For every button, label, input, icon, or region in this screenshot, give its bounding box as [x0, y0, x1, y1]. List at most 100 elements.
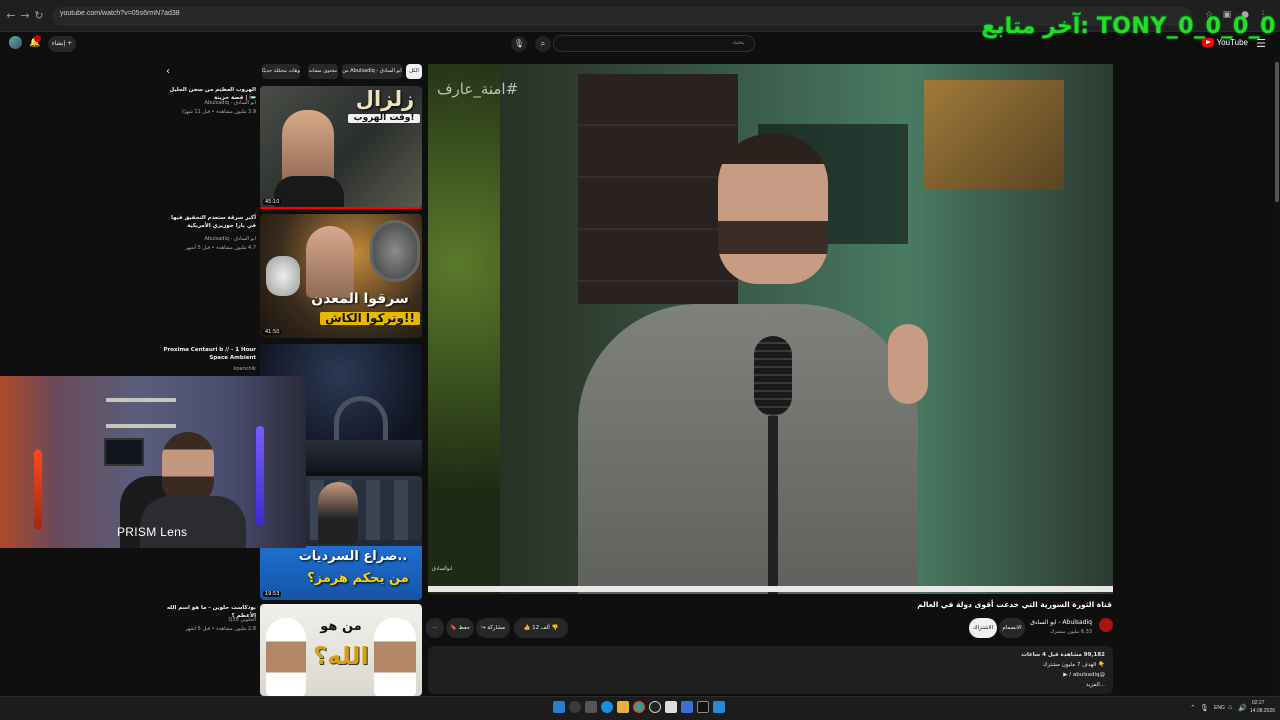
notification-badge	[34, 35, 41, 42]
clock-date[interactable]: 14.08.2026	[1250, 708, 1275, 714]
webcam-shelf	[106, 424, 176, 428]
prism-icon[interactable]	[697, 701, 709, 713]
channel-avatar[interactable]	[1099, 618, 1113, 632]
recommendation-channel[interactable]: koanchik	[166, 366, 256, 373]
file-explorer-icon[interactable]	[617, 701, 629, 713]
search-icon[interactable]: ⌕	[535, 36, 551, 52]
recommendation-channel[interactable]: الحلوين Q30	[166, 617, 256, 624]
recommendation-thumbnail[interactable]: من هو الله؟	[260, 604, 422, 696]
webcam-overlay	[0, 376, 306, 548]
app-icon[interactable]	[681, 701, 693, 713]
description-box[interactable]: 99,182 مشاهدة قبل 4 ساعات 👇 الهدف 7 مليو…	[428, 646, 1113, 694]
video-host-head	[718, 134, 828, 284]
thumbnail-anchor	[318, 482, 358, 544]
video-world-map	[924, 80, 1064, 190]
chip-from-channel[interactable]: من Abulsadiq - ابو السادق	[342, 64, 402, 79]
recommendation-meta: 4.7 مليون مشاهدة • قبل 5 أشهر	[185, 245, 256, 251]
thumbnail-shirt	[274, 176, 344, 208]
video-hashtag-overlay: #امنة_عارف	[437, 80, 519, 98]
youtube-logo[interactable]: YouTube	[1201, 38, 1248, 47]
webcam-light-bar	[34, 450, 42, 530]
tray-mic-icon[interactable]: 🎙	[1200, 704, 1209, 712]
recommendation-meta: 3.9 مليون مشاهدة • قبل 11 شهرًا	[182, 109, 256, 115]
webcam-person-body	[140, 496, 246, 548]
video-shelves	[578, 74, 738, 304]
chip-all[interactable]: الكل	[406, 64, 422, 79]
webcam-shelf	[106, 398, 176, 402]
youtube-logo-text: YouTube	[1216, 38, 1248, 47]
show-more-link[interactable]: ...المزيد	[1086, 682, 1105, 688]
share-label: مشاركة	[487, 625, 506, 631]
tray-chevron-icon[interactable]: ⌃	[1190, 704, 1196, 712]
thumbnail-person-right	[374, 618, 416, 696]
account-avatar[interactable]	[9, 36, 22, 49]
recommendation-channel[interactable]: ابو السادق - Abulsadiq	[166, 236, 256, 243]
search-input[interactable]: بحث	[553, 35, 755, 52]
video-microphone	[754, 336, 792, 416]
clock-time[interactable]: 02:27	[1252, 700, 1265, 706]
edge-icon[interactable]	[601, 701, 613, 713]
webcam-monitor	[104, 438, 144, 466]
thumbnail-title-2: الله؟	[313, 642, 369, 670]
taskbar-search-icon[interactable]	[569, 701, 581, 713]
thumbnail-title-2: من يحكم هرمز؟	[307, 571, 409, 586]
save-label: حفظ	[458, 625, 470, 631]
share-icon: ↪	[480, 625, 486, 631]
volume-icon[interactable]: 🔊	[1238, 704, 1247, 712]
chip-recent-uploads[interactable]: فيديوهات محمّلة حديثًا	[262, 64, 300, 79]
network-icon[interactable]: ⌂	[1228, 704, 1232, 711]
obs-icon[interactable]	[649, 701, 661, 713]
thumbnail-silver	[266, 256, 300, 296]
video-title: قناة الثورة السورية التي خدعت أقوى دولة …	[917, 600, 1112, 609]
video-host-hand	[888, 324, 928, 404]
player-progress-track[interactable]	[428, 586, 1113, 592]
subscriber-count: 6.33 مليون مشترك	[1050, 629, 1092, 635]
description-link[interactable]: @abulsadiq / ▶	[1063, 672, 1105, 678]
thumbnail-person-left	[266, 618, 306, 696]
subscribe-button[interactable]: الاشتراك	[969, 618, 997, 638]
forward-icon[interactable]: →	[18, 9, 32, 23]
app-icon[interactable]	[713, 701, 725, 713]
youtube-play-icon	[1201, 38, 1214, 47]
like-icon[interactable]: 👍	[524, 625, 531, 631]
video-player[interactable]	[428, 64, 1113, 594]
scrollbar-thumb[interactable]	[1275, 62, 1279, 202]
duration-badge: 19:53	[263, 591, 282, 597]
url-text: youtube.com/watch?v=05s6rmN7ad38	[60, 10, 180, 17]
chip-related[interactable]: محتوى مشابه	[308, 64, 338, 79]
recommendation-thumbnail[interactable]: سرقوا المعدن وتركوا الكاش!! 41:50	[260, 214, 422, 338]
dislike-icon[interactable]: 👎	[552, 625, 559, 631]
microphone-icon[interactable]: 🎙	[511, 36, 527, 52]
channel-name[interactable]: Abulsadiq - ابو السادق	[1030, 619, 1092, 626]
task-view-icon[interactable]	[585, 701, 597, 713]
recommendation-thumbnail[interactable]: زلزال وقت الهروب! 45:10	[260, 86, 422, 208]
windows-start-icon[interactable]	[553, 701, 565, 713]
thumbnail-title-2: وتركوا الكاش!!	[320, 312, 420, 325]
recommendation-title[interactable]: أكبر سرقة ستعدم التحقيق فيها في بارا جوز…	[166, 214, 256, 230]
language-indicator[interactable]: ENG	[1214, 705, 1225, 711]
save-icon: 🔖	[449, 625, 457, 631]
thumbnail-title-2: وقت الهروب!	[348, 113, 420, 124]
webcam-person-head	[162, 432, 214, 504]
recommendation-title[interactable]: Proxima Centauri b // - 1 Hour Space Amb…	[160, 346, 257, 362]
create-button[interactable]: إنشاء +	[48, 36, 76, 52]
join-button[interactable]: الانضمام	[999, 618, 1025, 638]
thumbnail-vault	[370, 220, 420, 282]
back-icon[interactable]: ←	[4, 9, 18, 23]
hamburger-menu-icon[interactable]: ☰	[1256, 37, 1266, 50]
video-watermark: ابوالسادق	[432, 566, 453, 572]
chrome-icon[interactable]	[633, 701, 645, 713]
prism-lens-label: PRISM Lens	[117, 525, 188, 539]
chips-prev-arrow-icon[interactable]: ‹	[166, 66, 170, 77]
reload-icon[interactable]: ↻	[32, 9, 46, 23]
notepad-icon[interactable]	[665, 701, 677, 713]
share-button[interactable]: ↪ مشاركة	[476, 618, 510, 638]
video-plant	[428, 64, 500, 594]
more-actions-icon[interactable]: ⋯	[426, 618, 444, 638]
like-count: 12 ألف	[532, 625, 550, 631]
view-count-and-date: 99,182 مشاهدة قبل 4 ساعات	[1021, 652, 1105, 658]
save-button[interactable]: 🔖 حفظ	[446, 618, 474, 638]
recommendation-channel[interactable]: ابو السادق - Abulsadiq	[166, 100, 256, 107]
thumbnail-title-1: سرقوا المعدن	[311, 291, 409, 307]
search-placeholder: بحث	[732, 39, 744, 46]
